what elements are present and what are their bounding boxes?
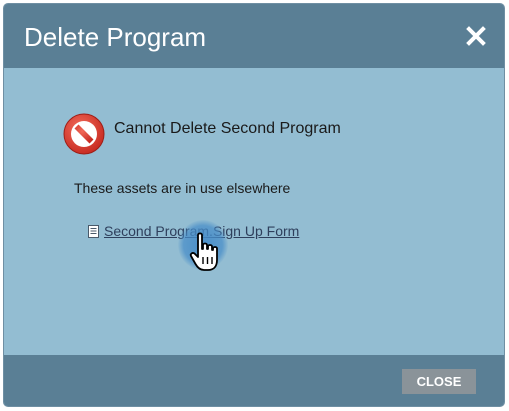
error-message: Cannot Delete Second Program	[114, 120, 341, 137]
dialog-title: Delete Program	[24, 22, 207, 52]
form-document-icon	[88, 224, 99, 238]
dialog-header: Delete Program	[4, 4, 504, 68]
delete-program-dialog: Delete Program Cannot Delete Second Prog…	[4, 4, 504, 406]
dialog-body: Cannot Delete Second Program These asset…	[4, 68, 504, 355]
hand-pointer-cursor-icon	[188, 231, 224, 275]
close-x-icon[interactable]	[464, 24, 488, 48]
assets-in-use-text: These assets are in use elsewhere	[74, 180, 291, 196]
prohibited-icon	[62, 112, 106, 156]
dialog-footer: CLOSE	[4, 355, 504, 406]
close-button[interactable]: CLOSE	[402, 369, 476, 394]
